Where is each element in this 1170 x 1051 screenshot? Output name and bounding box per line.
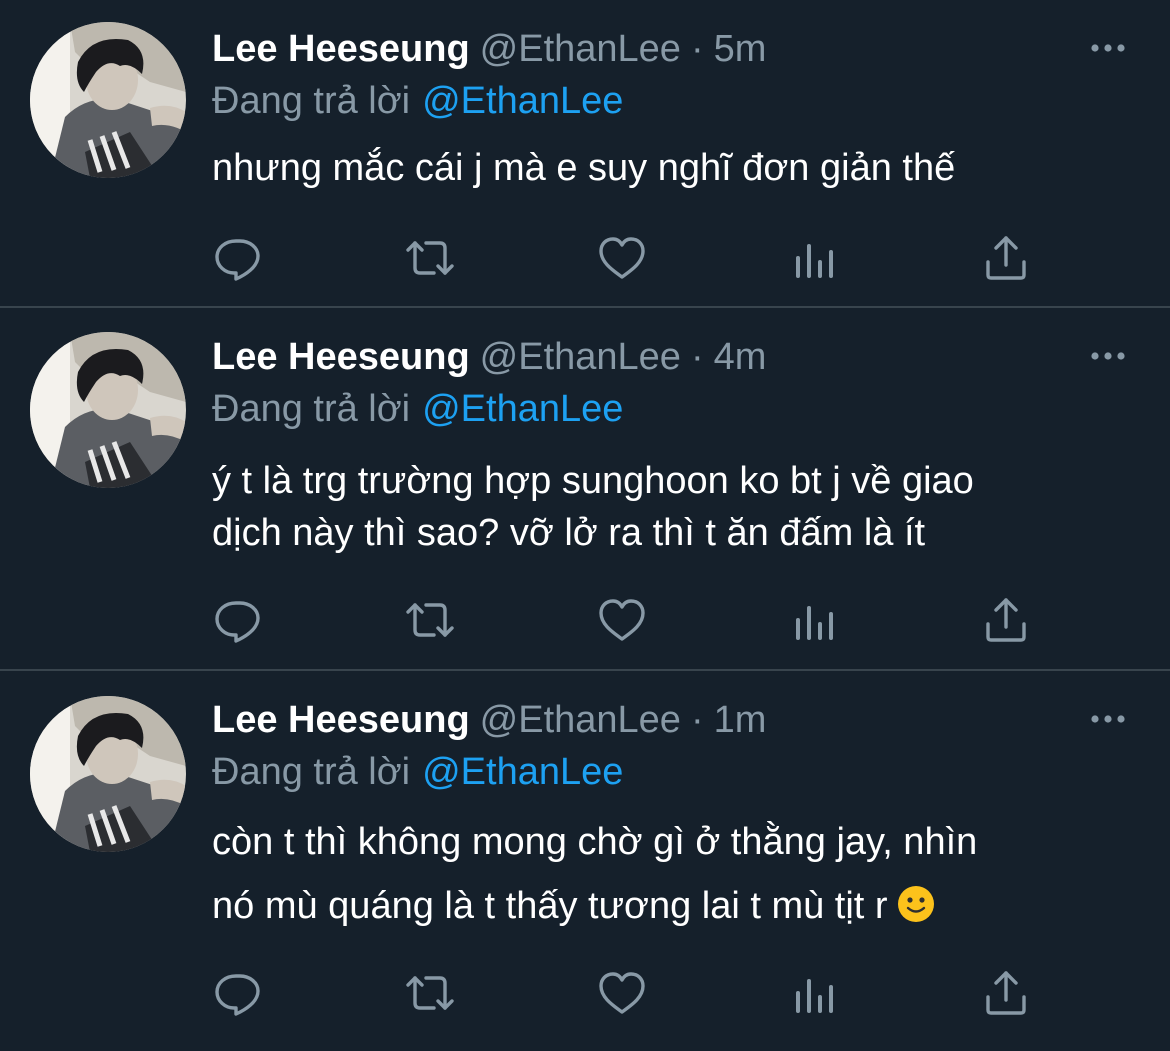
- replying-to: Đang trả lời @EthanLee: [212, 384, 623, 434]
- tweet-text-line: dịch này thì sao? vỡ lở ra thì t ăn đấm …: [212, 512, 926, 554]
- user-handle[interactable]: @EthanLee: [480, 336, 681, 378]
- tweet-text-line: ý t là trg trường hợp sunghoon ko bt j v…: [212, 460, 974, 502]
- retweet-icon[interactable]: [404, 594, 456, 646]
- analytics-icon[interactable]: [788, 594, 840, 646]
- avatar-image: [30, 332, 186, 488]
- user-handle[interactable]: @EthanLee: [480, 28, 681, 70]
- slightly-smiling-face-emoji: [896, 884, 936, 924]
- mention-link[interactable]: @EthanLee: [422, 751, 623, 793]
- avatar[interactable]: [30, 332, 186, 488]
- tweet-text-line: nó mù quáng là t thấy tương lai t mù tịt…: [212, 885, 888, 927]
- avatar-image: [30, 696, 186, 852]
- more-icon[interactable]: [1088, 346, 1128, 366]
- display-name[interactable]: Lee Heeseung: [212, 28, 470, 70]
- like-icon[interactable]: [596, 232, 648, 284]
- share-icon[interactable]: [980, 232, 1032, 284]
- tweet-header: Lee Heeseung @EthanLee · 5m: [212, 24, 766, 74]
- mention-link[interactable]: @EthanLee: [422, 388, 623, 430]
- share-icon[interactable]: [980, 967, 1032, 1019]
- replying-to: Đang trả lời @EthanLee: [212, 747, 623, 797]
- tweet-text: nhưng mắc cái j mà e suy nghĩ đơn giản t…: [212, 142, 1132, 194]
- tweet-actions: [212, 967, 1032, 1023]
- separator-dot: ·: [690, 699, 704, 741]
- more-icon[interactable]: [1088, 709, 1128, 729]
- more-icon[interactable]: [1088, 38, 1128, 58]
- analytics-icon[interactable]: [788, 232, 840, 284]
- timestamp[interactable]: 5m: [714, 28, 767, 70]
- tweet-text-line-with-emoji: nó mù quáng là t thấy tương lai t mù tịt…: [212, 880, 1132, 932]
- display-name[interactable]: Lee Heeseung: [212, 336, 470, 378]
- tweet-text-line: nhưng mắc cái j mà e suy nghĩ đơn giản t…: [212, 147, 956, 189]
- mention-link[interactable]: @EthanLee: [422, 80, 623, 122]
- separator-dot: ·: [690, 28, 704, 70]
- display-name[interactable]: Lee Heeseung: [212, 699, 470, 741]
- tweet-actions: [212, 594, 1032, 650]
- avatar-image: [30, 22, 186, 178]
- avatar[interactable]: [30, 22, 186, 178]
- like-icon[interactable]: [596, 594, 648, 646]
- tweet-header: Lee Heeseung @EthanLee · 1m: [212, 695, 766, 745]
- avatar[interactable]: [30, 696, 186, 852]
- retweet-icon[interactable]: [404, 967, 456, 1019]
- tweet-actions: [212, 232, 1032, 288]
- timestamp[interactable]: 4m: [714, 336, 767, 378]
- replying-label: Đang trả lời: [212, 80, 411, 122]
- separator-dot: ·: [690, 336, 704, 378]
- tweet-text-line: còn t thì không mong chờ gì ở thằng jay,…: [212, 821, 978, 863]
- reply-icon[interactable]: [212, 967, 264, 1019]
- replying-to: Đang trả lời @EthanLee: [212, 76, 623, 126]
- reply-icon[interactable]: [212, 594, 264, 646]
- tweet-text: còn t thì không mong chờ gì ở thằng jay,…: [212, 816, 1132, 932]
- retweet-icon[interactable]: [404, 232, 456, 284]
- user-handle[interactable]: @EthanLee: [480, 699, 681, 741]
- tweet-header: Lee Heeseung @EthanLee · 4m: [212, 332, 766, 382]
- timestamp[interactable]: 1m: [714, 699, 767, 741]
- replying-label: Đang trả lời: [212, 388, 411, 430]
- reply-icon[interactable]: [212, 232, 264, 284]
- analytics-icon[interactable]: [788, 967, 840, 1019]
- tweet-text: ý t là trg trường hợp sunghoon ko bt j v…: [212, 455, 1132, 559]
- like-icon[interactable]: [596, 967, 648, 1019]
- share-icon[interactable]: [980, 594, 1032, 646]
- tweet-feed: Lee Heeseung @EthanLee · 5m Đang trả lời @Et…: [0, 0, 1170, 1051]
- replying-label: Đang trả lời: [212, 751, 411, 793]
